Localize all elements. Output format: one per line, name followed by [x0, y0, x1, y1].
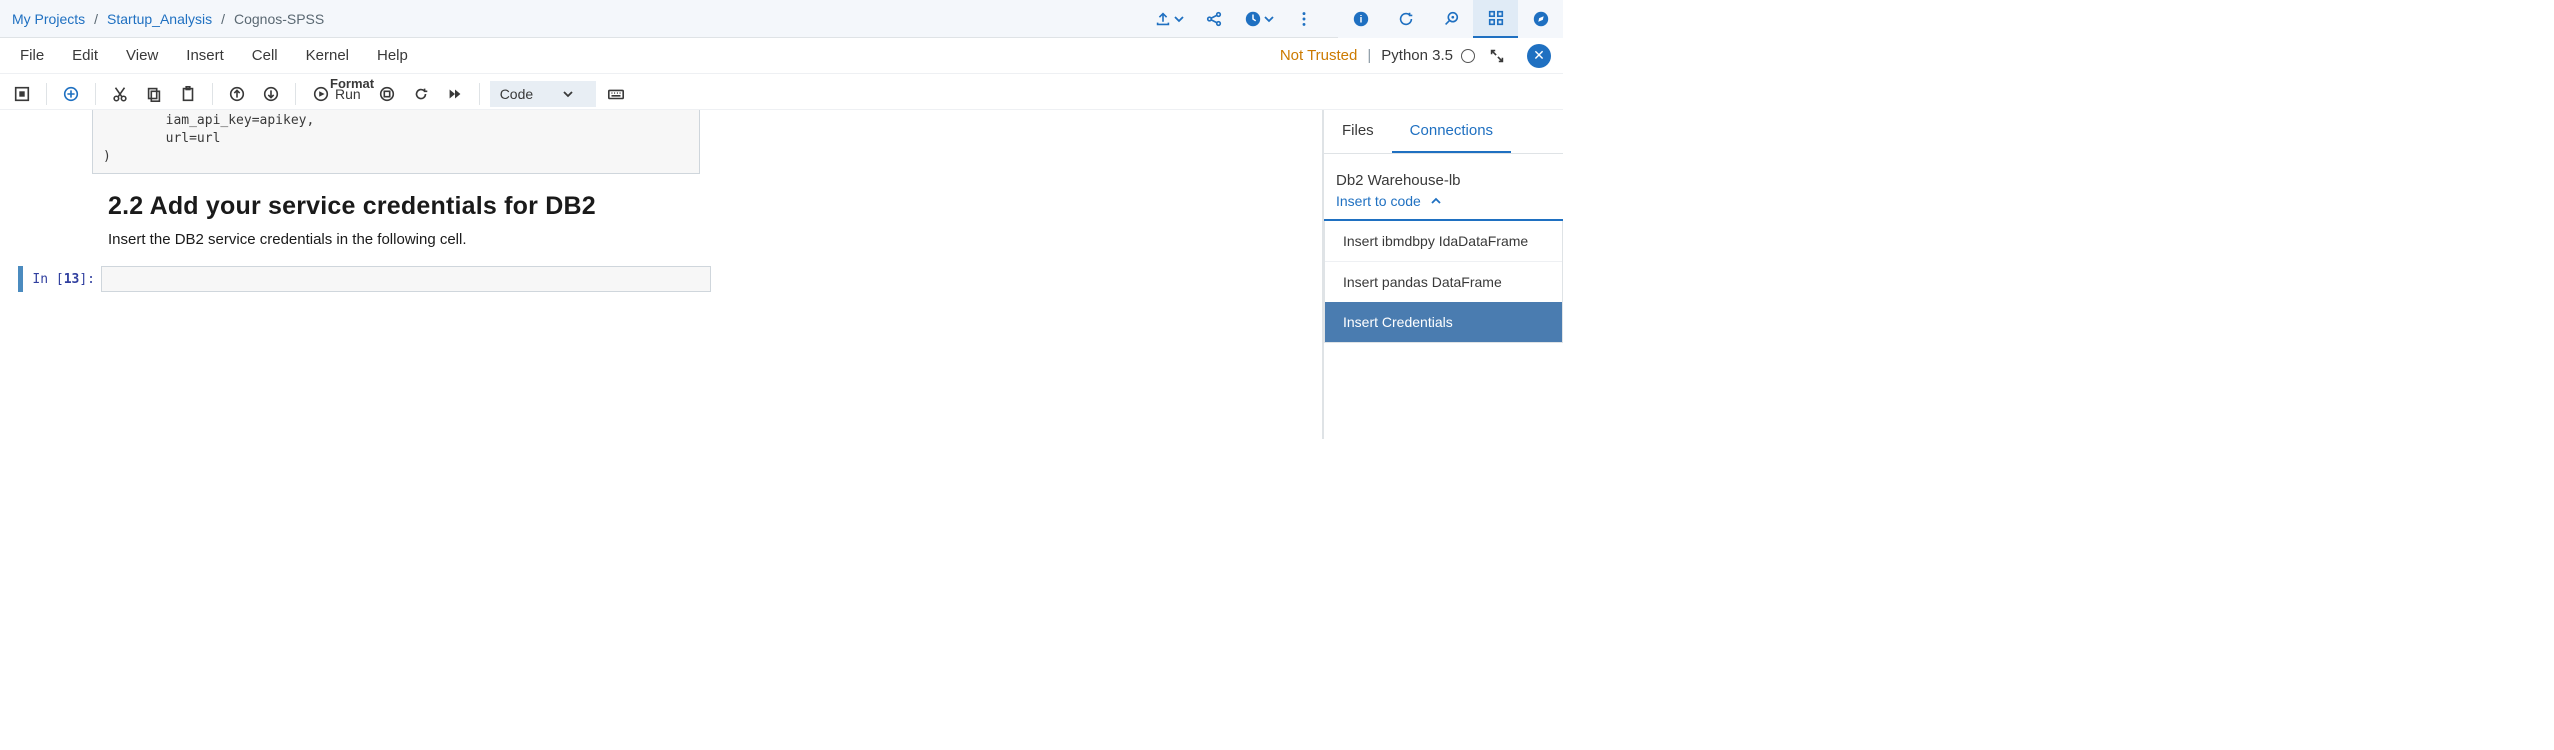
explore-icon[interactable]	[1518, 0, 1563, 38]
markdown-paragraph: Insert the DB2 service credentials in th…	[108, 231, 748, 248]
code-editor[interactable]	[101, 266, 711, 292]
menu-edit[interactable]: Edit	[58, 47, 112, 64]
insert-ibmdbpy[interactable]: Insert ibmdbpy IdaDataFrame	[1325, 221, 1562, 261]
insert-to-code-toggle[interactable]: Insert to code	[1324, 193, 1563, 221]
save-button[interactable]	[8, 81, 36, 107]
chevron-down-icon	[563, 89, 573, 99]
cell-type-label: Code	[500, 86, 533, 102]
top-bar: My Projects / Startup_Analysis / Cognos-…	[0, 0, 1563, 38]
menu-bar: File Edit View Insert Cell Kernel Help N…	[0, 38, 1563, 74]
svg-text:i: i	[1359, 15, 1362, 26]
keyboard-button[interactable]	[602, 81, 630, 107]
selected-code-cell[interactable]: In [13]:	[18, 266, 1312, 292]
move-down-button[interactable]	[257, 81, 285, 107]
notebook-area[interactable]: iam_api_key=apikey, url=url ) 2.2 Add yo…	[0, 110, 1323, 439]
refresh-icon[interactable]	[1383, 0, 1428, 38]
format-row: Format	[0, 74, 720, 78]
insert-to-code-label: Insert to code	[1336, 193, 1421, 209]
kernel-status: Not Trusted | Python 3.5 ✕	[1280, 43, 1551, 69]
move-up-button[interactable]	[223, 81, 251, 107]
restart-button[interactable]	[407, 81, 435, 107]
connection-name[interactable]: Db2 Warehouse-lb	[1324, 154, 1563, 193]
info-icon[interactable]: i	[1338, 0, 1383, 38]
copy-button[interactable]	[140, 81, 168, 107]
fast-forward-button[interactable]	[441, 81, 469, 107]
menu-kernel[interactable]: Kernel	[292, 47, 363, 64]
topbar-actions: i	[1146, 0, 1563, 38]
stop-button[interactable]	[373, 81, 401, 107]
insert-pandas[interactable]: Insert pandas DataFrame	[1325, 261, 1562, 302]
kebab-menu-button[interactable]	[1281, 0, 1326, 38]
paste-button[interactable]	[174, 81, 202, 107]
close-kernel-button[interactable]: ✕	[1527, 44, 1551, 68]
insert-options: Insert ibmdbpy IdaDataFrame Insert panda…	[1324, 221, 1563, 343]
cell-type-select[interactable]: Code	[490, 81, 596, 107]
kernel-name[interactable]: Python 3.5	[1381, 47, 1453, 64]
crumb-startup-analysis[interactable]: Startup_Analysis	[107, 11, 212, 27]
menu-help[interactable]: Help	[363, 47, 422, 64]
insert-credentials[interactable]: Insert Credentials	[1325, 302, 1562, 342]
markdown-cell[interactable]: 2.2 Add your service credentials for DB2…	[108, 192, 748, 248]
data-panel-toggle[interactable]	[1473, 0, 1518, 38]
prompt: In [13]:	[23, 266, 101, 292]
tab-files[interactable]: Files	[1324, 110, 1392, 153]
trust-label[interactable]: Not Trusted	[1280, 47, 1358, 64]
cut-button[interactable]	[106, 81, 134, 107]
kernel-activity-icon	[1461, 49, 1475, 63]
expand-icon[interactable]	[1483, 43, 1511, 69]
menu-file[interactable]: File	[6, 47, 58, 64]
share-button[interactable]	[1191, 0, 1236, 38]
menu-insert[interactable]: Insert	[172, 47, 238, 64]
upload-button[interactable]	[1146, 0, 1191, 38]
add-cell-button[interactable]	[57, 81, 85, 107]
crumb-my-projects[interactable]: My Projects	[12, 11, 85, 27]
crumb-sep: /	[221, 11, 225, 27]
prev-code-cell[interactable]: iam_api_key=apikey, url=url )	[92, 110, 700, 174]
chevron-up-icon	[1431, 196, 1441, 206]
format-label: Format	[330, 76, 374, 91]
markdown-heading: 2.2 Add your service credentials for DB2	[108, 192, 748, 221]
menu-view[interactable]: View	[112, 47, 172, 64]
crumb-sep: /	[94, 11, 98, 27]
jupyter-toolbar: Run Code	[0, 78, 1563, 110]
menu-cell[interactable]: Cell	[238, 47, 292, 64]
tab-connections[interactable]: Connections	[1392, 110, 1511, 153]
side-panel: Files Connections Db2 Warehouse-lb Inser…	[1323, 110, 1563, 439]
crumb-current: Cognos-SPSS	[234, 11, 324, 27]
schedule-button[interactable]	[1236, 0, 1281, 38]
panel-tabs: Files Connections	[1324, 110, 1563, 154]
find-icon[interactable]	[1428, 0, 1473, 38]
breadcrumb: My Projects / Startup_Analysis / Cognos-…	[12, 11, 324, 27]
workspace: iam_api_key=apikey, url=url ) 2.2 Add yo…	[0, 110, 1563, 439]
